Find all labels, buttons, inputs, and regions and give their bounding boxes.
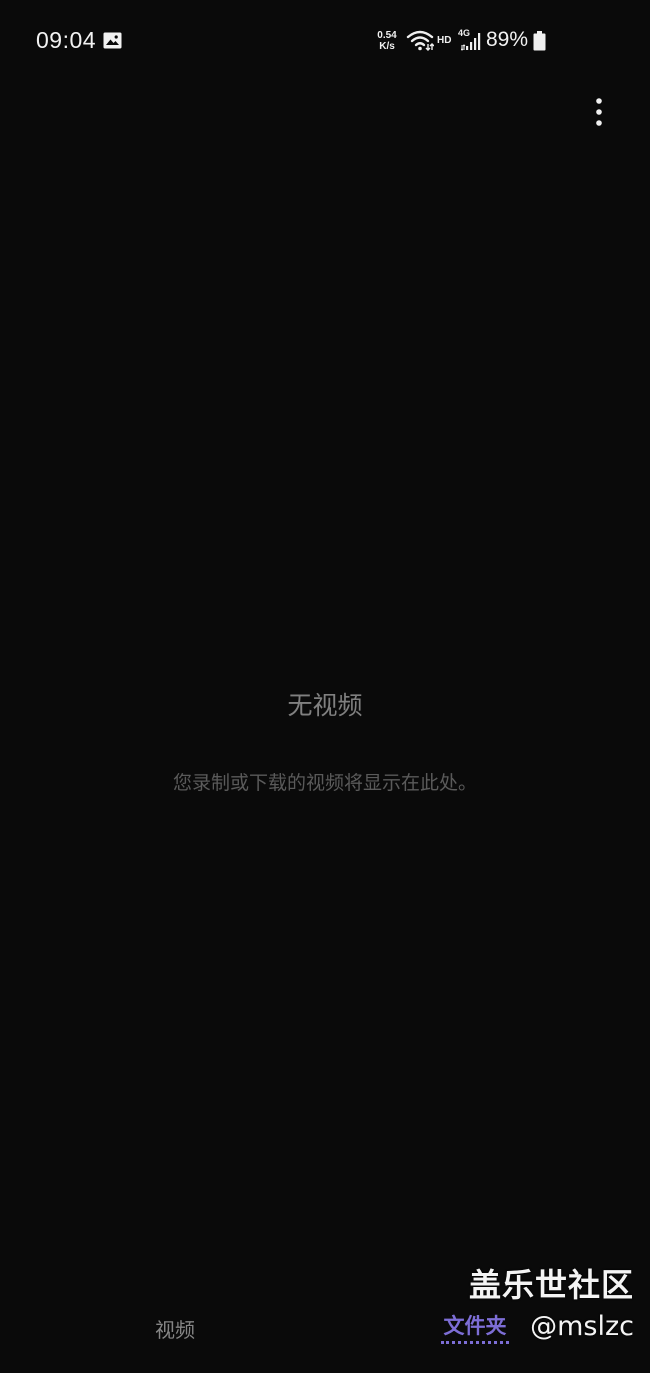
more-options-button[interactable] [583,92,615,132]
empty-state-description: 您录制或下载的视频将显示在此处。 [172,772,477,794]
video-library-screen: 09:04 0.54 K/s HD 4G 89% 无视频 您录制或下载的视频将显… [0,0,650,1373]
network-speed-unit: K/s [379,41,395,52]
status-time: 09:04 [36,27,97,53]
network-speed: 0.54 K/s [372,30,402,52]
image-icon [103,32,122,49]
more-vertical-icon [596,98,602,126]
wifi-icon [406,30,434,51]
watermark-brand: 盖乐世社区 [468,1266,634,1304]
watermark-handle: @mslzc [530,1311,634,1342]
community-watermark: 盖乐世社区 @mslzc [469,1265,634,1345]
hd-voice-label: HD [437,35,452,46]
network-speed-value: 0.54 [377,30,397,41]
battery-percent: 89% [486,28,529,51]
battery-icon [533,31,546,51]
signal-icon [461,33,481,51]
tab-videos[interactable]: 视频 [125,1310,225,1346]
tab-videos-label: 视频 [155,1317,195,1342]
status-bar: 09:04 0.54 K/s HD 4G 89% [0,0,650,84]
empty-state-title: 无视频 [287,691,363,720]
